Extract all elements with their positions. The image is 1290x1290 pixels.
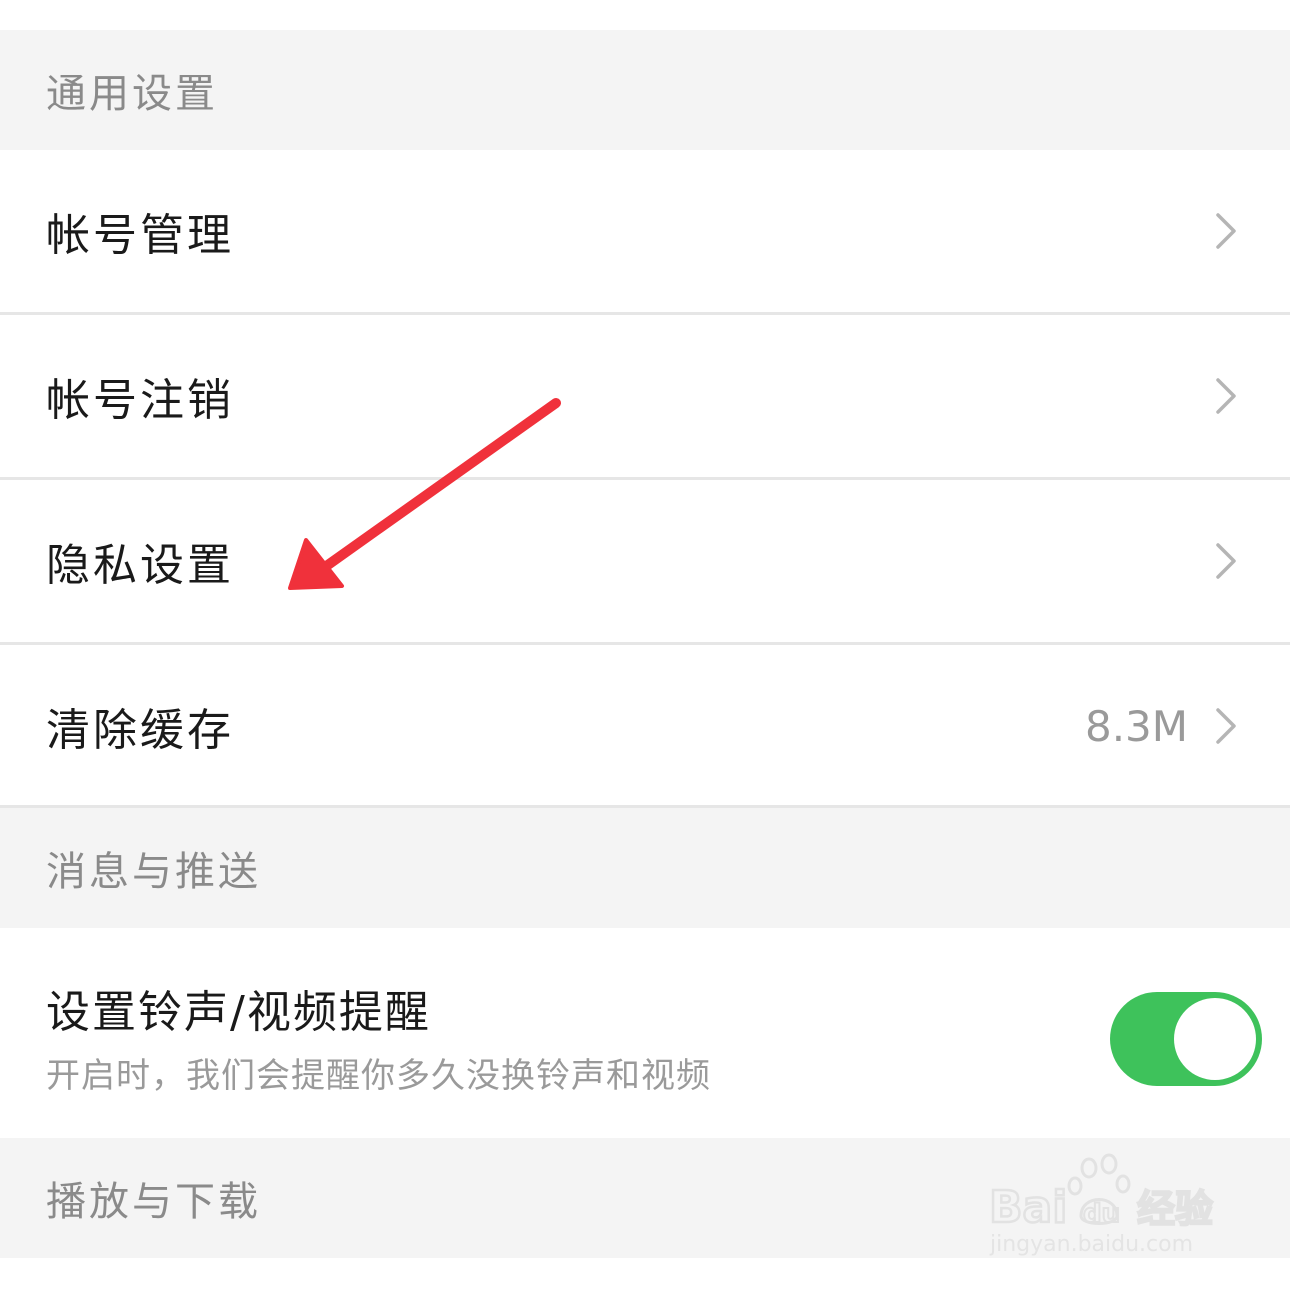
row-label: 隐私设置 [46, 540, 234, 591]
row-label: 清除缓存 [46, 705, 234, 756]
settings-row-clear-cache[interactable]: 清除缓存 8.3M [0, 645, 1290, 807]
row-label: 帐号注销 [46, 375, 234, 426]
chevron-right-icon [1216, 378, 1236, 414]
chevron-right-icon [1216, 708, 1236, 744]
settings-row-privacy[interactable]: 隐私设置 [0, 480, 1290, 642]
svg-text:经验: 经验 [1137, 1187, 1213, 1231]
top-spacer [0, 0, 1290, 30]
svg-text:Bai: Bai [989, 1182, 1067, 1233]
ringtone-reminder-switch[interactable] [1110, 992, 1262, 1086]
settings-row-ringtone-reminder: 设置铃声/视频提醒 开启时，我们会提醒你多久没换铃声和视频 [0, 928, 1290, 1138]
toggle-title: 设置铃声/视频提醒 [46, 987, 431, 1038]
chevron-right-icon [1216, 543, 1236, 579]
section-header-messages: 消息与推送 [0, 808, 1290, 928]
switch-knob [1174, 998, 1256, 1080]
cache-size-value: 8.3M [1084, 701, 1188, 751]
settings-row-account-management[interactable]: 帐号管理 [0, 150, 1290, 312]
section-title: 播放与下载 [46, 1179, 261, 1225]
section-header-general: 通用设置 [0, 30, 1290, 150]
settings-row-account-cancel[interactable]: 帐号注销 [0, 315, 1290, 477]
section-title: 消息与推送 [46, 849, 261, 895]
row-label: 帐号管理 [46, 210, 234, 261]
chevron-right-icon [1216, 213, 1236, 249]
watermark-url: jingyan.baidu.com [990, 1232, 1194, 1257]
section-title: 通用设置 [46, 71, 218, 117]
toggle-description: 开启时，我们会提醒你多久没换铃声和视频 [46, 1056, 711, 1096]
svg-text:du: du [1083, 1199, 1120, 1229]
